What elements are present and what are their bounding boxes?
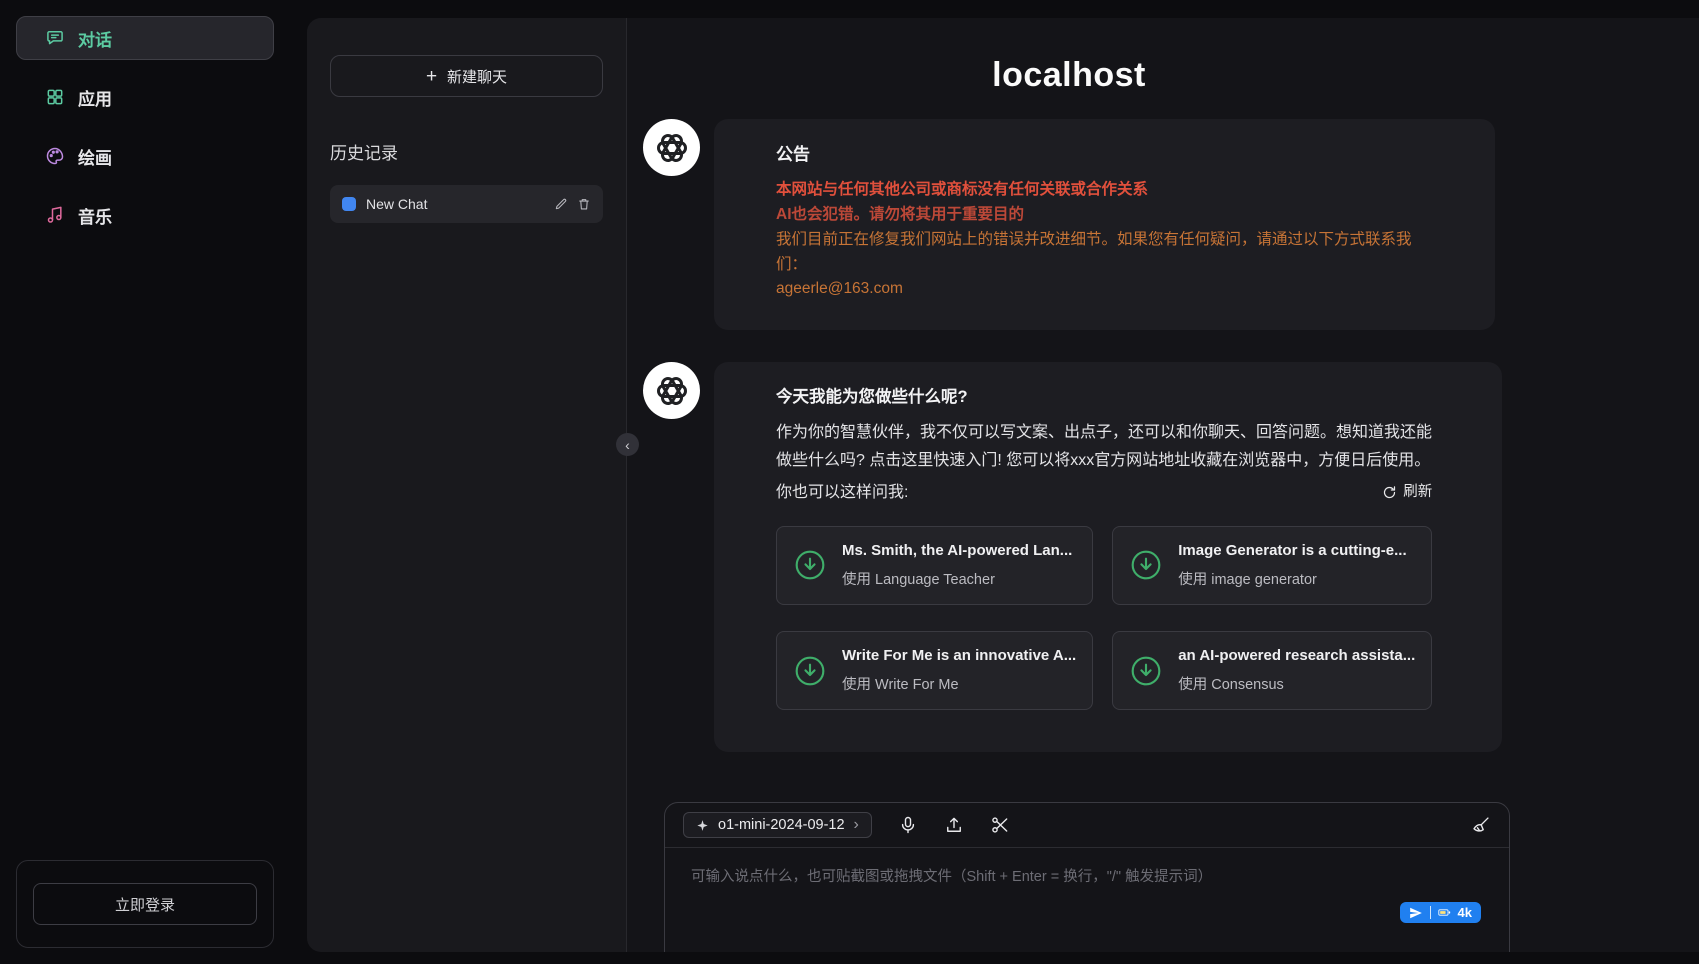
refresh-icon	[1382, 485, 1397, 500]
announcement-line: AI也会犯错。请勿将其用于重要目的	[776, 203, 1425, 228]
composer-input-area: 4k	[665, 848, 1509, 952]
sidebar-item-label: 应用	[78, 85, 112, 110]
composer: o1-mini-2024-09-12 ›	[664, 802, 1510, 952]
chevron-left-icon: ‹	[625, 437, 630, 453]
upload-icon[interactable]	[944, 815, 964, 835]
suggestion-grid: Ms. Smith, the AI-powered Lan... 使用 Lang…	[776, 526, 1432, 710]
contact-email-link[interactable]: ageerle@163.com	[776, 277, 903, 302]
model-selector[interactable]: o1-mini-2024-09-12 ›	[683, 812, 872, 838]
history-list-item[interactable]: New Chat	[330, 185, 603, 223]
refresh-label: 刷新	[1403, 481, 1432, 504]
assistant-message: 今天我能为您做些什么呢? 作为你的智慧伙伴，我不仅可以写文案、出点子，还可以和你…	[643, 362, 1495, 752]
microphone-icon[interactable]	[898, 815, 918, 835]
chat-main: localhost 公告 本网站与	[627, 18, 1699, 952]
history-heading: 历史记录	[330, 139, 603, 164]
chat-history-panel: + 新建聊天 历史记录 New Chat	[307, 18, 627, 952]
composer-toolbar: o1-mini-2024-09-12 ›	[665, 803, 1509, 848]
history-item-title: New Chat	[366, 196, 544, 212]
send-button[interactable]: 4k	[1400, 902, 1481, 923]
sidebar-item-chat[interactable]: 对话	[16, 16, 274, 60]
announcement-bubble: 公告 本网站与任何其他公司或商标没有任何关联或合作关系 AI也会犯错。请勿将其用…	[714, 119, 1495, 330]
battery-icon	[1438, 906, 1451, 919]
scissors-icon[interactable]	[990, 815, 1010, 835]
token-count: 4k	[1458, 905, 1472, 920]
workspace: + 新建聊天 历史记录 New Chat	[307, 18, 1699, 952]
suggestion-title: an AI-powered research assista...	[1178, 644, 1415, 668]
chat-bubble-icon	[45, 28, 65, 48]
plus-icon: +	[426, 67, 437, 86]
sidebar-item-label: 绘画	[78, 144, 112, 169]
sidebar-item-label: 对话	[78, 26, 112, 51]
send-plane-icon	[1409, 906, 1423, 920]
composer-area: o1-mini-2024-09-12 ›	[627, 784, 1699, 952]
suggestion-title: Ms. Smith, the AI-powered Lan...	[842, 539, 1072, 563]
sparkle-icon	[696, 819, 709, 832]
suggestion-card[interactable]: an AI-powered research assista... 使用 Con…	[1112, 631, 1432, 710]
suggestion-card[interactable]: Write For Me is an innovative A... 使用 Wr…	[776, 631, 1093, 710]
welcome-heading: 今天我能为您做些什么呢?	[776, 384, 1432, 410]
announcement-heading: 公告	[776, 141, 1425, 168]
message-input[interactable]	[689, 863, 1485, 925]
announcement-line: 本网站与任何其他公司或商标没有任何关联或合作关系	[776, 178, 1425, 203]
chatgpt-logo-avatar	[643, 119, 700, 176]
sidebar-item-apps[interactable]: 应用	[16, 75, 274, 119]
welcome-bubble: 今天我能为您做些什么呢? 作为你的智慧伙伴，我不仅可以写文案、出点子，还可以和你…	[714, 362, 1502, 752]
announcement-line: 我们目前正在修复我们网站上的错误并改进细节。如果您有任何疑问，请通过以下方式联系…	[776, 228, 1425, 278]
download-circle-icon	[793, 654, 827, 688]
sidebar-item-label: 音乐	[78, 203, 112, 228]
download-circle-icon	[1129, 654, 1163, 688]
suggestion-title: Image Generator is a cutting-e...	[1178, 539, 1406, 563]
apps-grid-icon	[45, 87, 65, 107]
page-title: localhost	[643, 56, 1495, 95]
music-note-icon	[45, 205, 65, 225]
clean-broom-icon[interactable]	[1470, 815, 1491, 836]
chat-color-icon	[342, 197, 356, 211]
ask-hint: 你也可以这样问我:	[776, 480, 908, 506]
new-chat-label: 新建聊天	[447, 66, 507, 87]
delete-trash-icon[interactable]	[577, 197, 591, 211]
message-list: localhost 公告 本网站与	[627, 18, 1699, 784]
sidebar-footer: 立即登录	[16, 860, 274, 948]
refresh-suggestions-button[interactable]: 刷新	[1382, 481, 1432, 504]
sidebar-item-drawing[interactable]: 绘画	[16, 134, 274, 178]
sidebar-item-music[interactable]: 音乐	[16, 193, 274, 237]
suggestion-subtitle: 使用 Language Teacher	[842, 569, 1072, 592]
new-chat-button[interactable]: + 新建聊天	[330, 55, 603, 97]
assistant-message: 公告 本网站与任何其他公司或商标没有任何关联或合作关系 AI也会犯错。请勿将其用…	[643, 119, 1495, 330]
chevron-right-icon: ›	[854, 817, 859, 833]
welcome-body: 作为你的智慧伙伴，我不仅可以写文案、出点子，还可以和你聊天、回答问题。想知道我还…	[776, 419, 1432, 477]
suggestion-card[interactable]: Image Generator is a cutting-e... 使用 ima…	[1112, 526, 1432, 605]
download-circle-icon	[793, 548, 827, 582]
chatgpt-logo-avatar	[643, 362, 700, 419]
suggestion-title: Write For Me is an innovative A...	[842, 644, 1076, 668]
model-name: o1-mini-2024-09-12	[718, 817, 845, 833]
download-circle-icon	[1129, 548, 1163, 582]
send-divider	[1430, 906, 1431, 919]
suggestion-card[interactable]: Ms. Smith, the AI-powered Lan... 使用 Lang…	[776, 526, 1093, 605]
edit-pencil-icon[interactable]	[554, 197, 568, 211]
suggestion-subtitle: 使用 Write For Me	[842, 674, 1076, 697]
suggestion-subtitle: 使用 image generator	[1178, 569, 1406, 592]
sidebar: 对话 应用 绘画	[0, 0, 290, 964]
login-button[interactable]: 立即登录	[33, 883, 257, 925]
suggestion-subtitle: 使用 Consensus	[1178, 674, 1415, 697]
collapse-panel-button[interactable]: ‹	[616, 433, 639, 456]
palette-icon	[45, 146, 65, 166]
app-window: 对话 应用 绘画	[0, 0, 1699, 964]
